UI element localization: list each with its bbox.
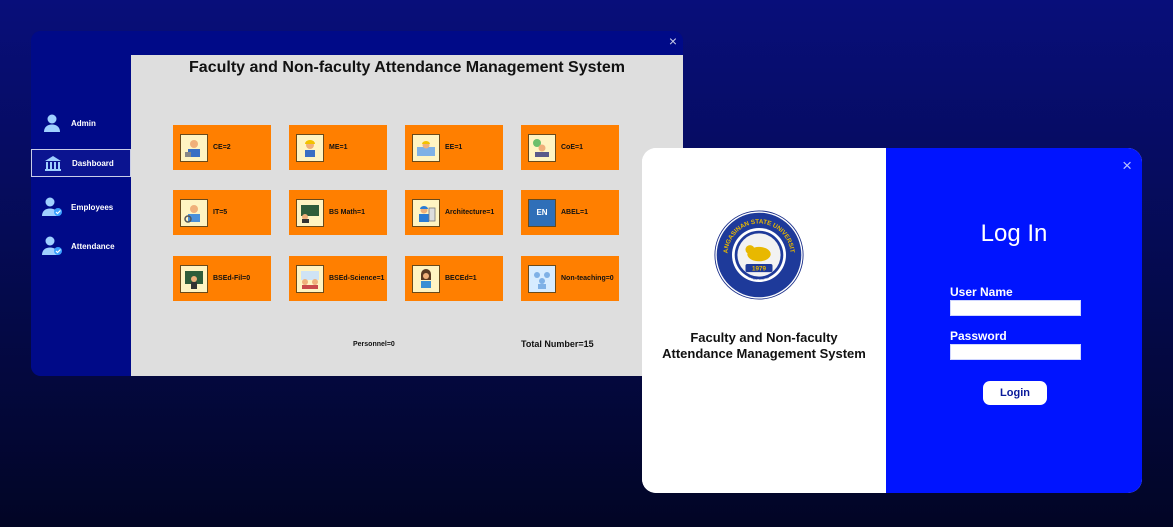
login-branding-panel: 1979 PANGASINAN STATE UNIVERSITY PILIPIN… (642, 148, 886, 493)
dashboard-window: Admin Dashboard Employees Attendance × F… (31, 31, 683, 376)
it-icon (180, 198, 208, 227)
sidebar-item-label: Admin (71, 118, 96, 128)
tile-label: Non-teaching=0 (561, 275, 614, 282)
tile-beced[interactable]: BECEd=1 (405, 256, 503, 301)
tile-non-teaching[interactable]: Non-teaching=0 (521, 256, 619, 301)
bsed-fil-icon (180, 264, 208, 293)
tile-bsed-science[interactable]: BSEd-Science=1 (289, 256, 387, 301)
personnel-count: Personnel=0 (353, 341, 395, 348)
seal-year: 1979 (752, 265, 767, 272)
tile-label: IT=5 (213, 209, 228, 216)
login-system-title-line1: Faculty and Non-faculty (690, 330, 838, 345)
login-close-icon[interactable]: × (1122, 156, 1132, 176)
sidebar-item-label: Attendance (71, 241, 115, 251)
tile-label: EE=1 (445, 144, 463, 151)
page-title: Faculty and Non-faculty Attendance Manag… (189, 59, 625, 76)
tile-label: BSEd-Science=1 (329, 275, 385, 282)
sidebar-item-label: Employees (71, 202, 114, 212)
employees-user-icon (41, 196, 63, 218)
university-seal-icon: 1979 PANGASINAN STATE UNIVERSITY PILIPIN… (714, 210, 804, 300)
sidebar-item-dashboard[interactable]: Dashboard (31, 149, 131, 177)
login-window: 1979 PANGASINAN STATE UNIVERSITY PILIPIN… (642, 148, 1142, 493)
tile-label: CE=2 (213, 144, 231, 151)
tile-coe[interactable]: CoE=1 (521, 125, 619, 170)
tile-ce[interactable]: CE=2 (173, 125, 271, 170)
username-field[interactable] (950, 300, 1081, 316)
abel-icon-text: EN (536, 208, 548, 217)
login-button[interactable]: Login (983, 381, 1047, 405)
sidebar-item-admin[interactable]: Admin (31, 109, 131, 137)
tile-architecture[interactable]: Architecture=1 (405, 190, 503, 235)
tile-label: BECEd=1 (445, 275, 477, 282)
login-heading: Log In (980, 220, 1048, 247)
admin-user-icon (41, 112, 63, 134)
tile-label: ME=1 (329, 144, 348, 151)
tile-ee[interactable]: EE=1 (405, 125, 503, 170)
bsed-science-icon (296, 264, 324, 293)
non-teaching-icon (528, 264, 556, 293)
tile-bs-math[interactable]: BS Math=1 (289, 190, 387, 235)
ee-icon (412, 133, 440, 162)
tile-label: Architecture=1 (445, 209, 495, 216)
tile-label: CoE=1 (561, 144, 583, 151)
architecture-icon (412, 198, 440, 227)
sidebar-item-label: Dashboard (72, 158, 114, 168)
tile-it[interactable]: IT=5 (173, 190, 271, 235)
username-label: User Name (950, 285, 1013, 299)
abel-icon: EN (528, 198, 556, 227)
tile-label: ABEL=1 (561, 209, 589, 216)
beced-icon (412, 264, 440, 293)
attendance-user-icon (41, 235, 63, 257)
dashboard-main: Faculty and Non-faculty Attendance Manag… (131, 55, 683, 376)
bs-math-icon (296, 198, 324, 227)
tile-label: BSEd-Fil=0 (213, 275, 251, 282)
sidebar-item-employees[interactable]: Employees (31, 193, 131, 221)
me-icon (296, 133, 324, 162)
tile-label: BS Math=1 (329, 209, 365, 216)
sidebar-item-attendance[interactable]: Attendance (31, 232, 131, 260)
login-system-title: Faculty and Non-faculty Attendance Manag… (642, 330, 886, 362)
tile-bsed-fil[interactable]: BSEd-Fil=0 (173, 256, 271, 301)
dashboard-close-icon[interactable]: × (669, 33, 677, 49)
password-field[interactable] (950, 344, 1081, 360)
dashboard-titlebar: × (131, 31, 683, 55)
login-system-title-line2: Attendance Management System (662, 346, 866, 361)
tile-abel[interactable]: EN ABEL=1 (521, 190, 619, 235)
tile-me[interactable]: ME=1 (289, 125, 387, 170)
login-form-panel: × Log In User Name Password Login (886, 148, 1142, 493)
total-number: Total Number=15 (521, 339, 594, 349)
dashboard-building-icon (42, 152, 64, 174)
dashboard-sidebar: Admin Dashboard Employees Attendance (31, 31, 131, 376)
coe-icon (528, 133, 556, 162)
password-label: Password (950, 329, 1007, 343)
ce-icon (180, 133, 208, 162)
